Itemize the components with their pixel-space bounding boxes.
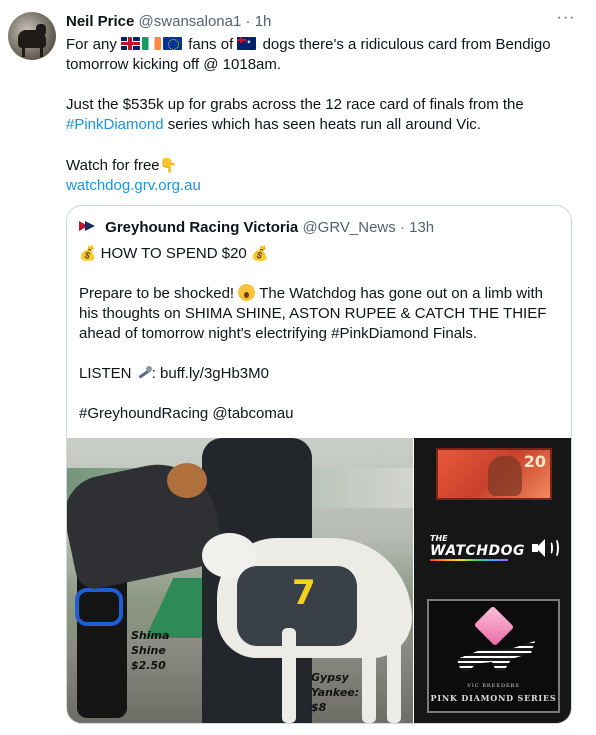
pink-diamond-series-logo: VIC BREEDERS PINK DIAMOND SERIES <box>427 599 560 713</box>
more-options-icon[interactable]: ··· <box>554 10 578 30</box>
hashtag-link[interactable]: #PinkDiamond <box>66 116 164 133</box>
tweet-timestamp[interactable]: 1h <box>255 13 272 30</box>
header-separator: · <box>399 219 405 236</box>
photo-dog-leg <box>282 628 296 723</box>
badge-title: PINK DIAMOND SERIES <box>430 693 557 703</box>
caption-line: Shima <box>131 629 170 642</box>
watchdog-logo: THE WATCHDOG <box>430 533 525 561</box>
quoted-author-handle[interactable]: @GRV_News <box>302 219 395 236</box>
australia-flag-icon <box>237 37 257 61</box>
tweet-text-segment: series which has seen heats run all arou… <box>167 116 481 133</box>
photo-caption-right: Gypsy Yankee: $8 <box>311 670 359 715</box>
tweet-text-segment: fans of <box>188 36 234 53</box>
eu-flag-icon <box>163 37 183 50</box>
avatar-dog-head <box>36 24 46 36</box>
avatar-dog-leg <box>40 45 43 57</box>
grv-logo-icon <box>79 219 97 233</box>
listen-link[interactable]: : buff.ly/3gHb3M0 <box>152 365 269 382</box>
backhand-point-down-icon: 👇 <box>159 157 178 173</box>
listen-label: LISTEN <box>79 365 132 382</box>
photo-coat-number: 7 <box>292 573 316 613</box>
quoted-tweet[interactable]: Greyhound Racing Victoria @GRV_News · 13… <box>66 205 572 724</box>
photo-dog-leg <box>362 628 376 723</box>
photo-woman-hair <box>167 463 207 498</box>
pink-diamond-icon <box>473 605 515 647</box>
quoted-tags: #GreyhoundRacing @tabcomau <box>79 405 294 422</box>
tweet-text: For any fans of dogs there's a ridiculou… <box>66 35 566 196</box>
quoted-title: HOW TO SPEND $20 <box>100 245 247 262</box>
greyhound-photo[interactable]: 7 Shima Shine $2.50 Gypsy Yankee: $8 <box>67 438 413 723</box>
quoted-tweet-text: 💰 HOW TO SPEND $20 💰 Prepare to be shock… <box>79 243 563 424</box>
author-avatar[interactable] <box>8 12 56 60</box>
speaker-icon <box>532 538 560 558</box>
money-bag-icon: 💰 <box>250 245 269 261</box>
avatar-dog-leg <box>22 45 25 57</box>
author-handle[interactable]: @swansalona1 <box>139 13 242 30</box>
tweet-text-segment: Just the $535k up for grabs across the 1… <box>66 96 524 113</box>
watchdog-logo-name: WATCHDOG <box>430 543 525 559</box>
caption-line: $8 <box>311 701 327 714</box>
tweet-card[interactable]: Neil Price @swansalona1 · 1h ··· For any… <box>0 0 596 735</box>
photo-caption-left: Shima Shine $2.50 <box>131 628 169 673</box>
photo-dog-leg <box>387 628 401 723</box>
shocked-face-icon <box>238 284 256 301</box>
note-portrait <box>488 456 522 496</box>
watchdog-panel[interactable]: 20 THE WATCHDOG VIC BREEDERS PINK DIAMON… <box>414 438 571 723</box>
caption-line: Yankee: <box>311 686 360 699</box>
caption-line: Shine <box>131 644 166 657</box>
quoted-tweet-header: Greyhound Racing Victoria @GRV_News · 13… <box>79 218 434 238</box>
badge-subtitle: VIC BREEDERS <box>467 683 520 689</box>
tweet-text-segment: Watch for free <box>66 157 160 174</box>
caption-line: $2.50 <box>131 659 166 672</box>
caption-line: Gypsy <box>311 671 349 684</box>
microphone-icon <box>136 366 152 380</box>
header-separator: · <box>245 13 251 30</box>
author-name[interactable]: Neil Price <box>66 13 134 30</box>
twenty-dollar-note-image: 20 <box>436 448 552 500</box>
url-link[interactable]: watchdog.grv.org.au <box>66 177 201 194</box>
ireland-flag-icon <box>142 37 162 50</box>
note-value: 20 <box>523 452 546 471</box>
quoted-author-name[interactable]: Greyhound Racing Victoria <box>105 219 298 236</box>
greyhound-silhouette-icon <box>457 641 535 671</box>
tweet-text-segment: For any <box>66 36 117 53</box>
quoted-media[interactable]: 7 Shima Shine $2.50 Gypsy Yankee: $8 20 … <box>67 438 571 723</box>
photo-blue-harness <box>75 588 123 626</box>
quoted-text-segment: Prepare to be shocked! <box>79 285 235 302</box>
money-bag-icon: 💰 <box>79 245 97 261</box>
quoted-timestamp[interactable]: 13h <box>409 219 434 236</box>
watchdog-logo-stripe <box>430 559 508 561</box>
uk-flag-icon <box>121 37 141 50</box>
tweet-header: Neil Price @swansalona1 · 1h <box>66 12 271 32</box>
